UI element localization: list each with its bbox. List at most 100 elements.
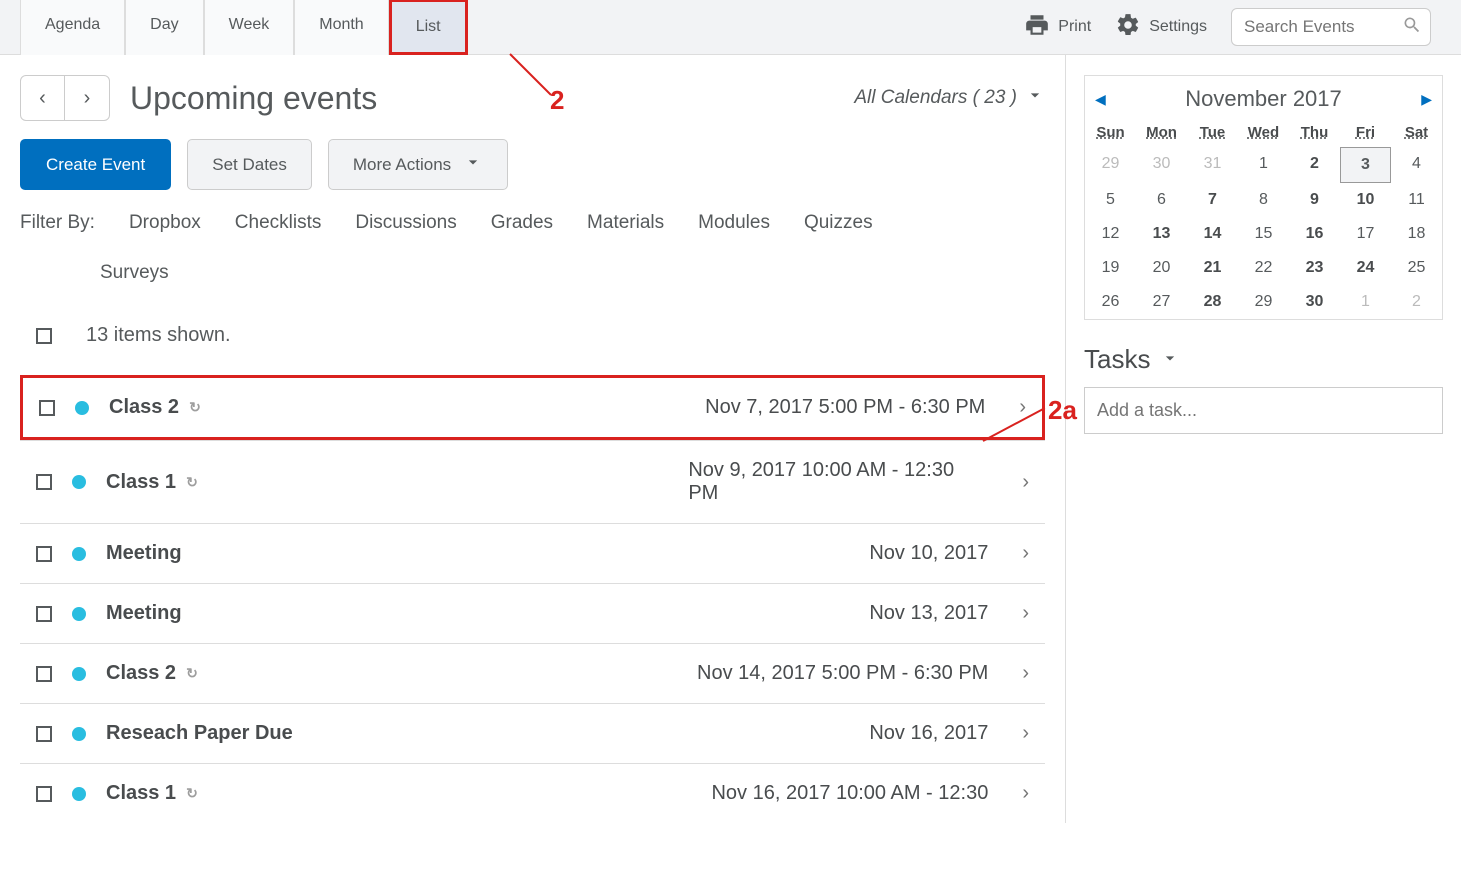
more-actions-button[interactable]: More Actions <box>328 139 508 190</box>
event-color-dot <box>75 401 89 415</box>
chevron-right-icon[interactable]: › <box>1022 542 1029 565</box>
prev-button[interactable]: ‹ <box>21 76 65 120</box>
tab-list[interactable]: List <box>389 0 468 55</box>
mini-cal-day[interactable]: 2 <box>1289 147 1340 183</box>
event-checkbox[interactable] <box>36 726 52 742</box>
event-title: Class 1 ↻ <box>106 471 198 494</box>
mini-cal-day[interactable]: 15 <box>1238 217 1289 251</box>
mini-cal-day[interactable]: 29 <box>1085 147 1136 183</box>
mini-cal-day[interactable]: 8 <box>1238 183 1289 217</box>
mini-cal-day[interactable]: 23 <box>1289 251 1340 285</box>
set-dates-button[interactable]: Set Dates <box>187 139 312 190</box>
filter-surveys[interactable]: Surveys <box>100 262 169 284</box>
tab-month[interactable]: Month <box>294 0 388 55</box>
tasks-heading[interactable]: Tasks <box>1084 344 1443 375</box>
mini-cal-day[interactable]: 18 <box>1391 217 1442 251</box>
filter-checklists[interactable]: Checklists <box>235 212 322 234</box>
event-date: Nov 14, 2017 5:00 PM - 6:30 PM <box>697 662 988 685</box>
search-icon <box>1402 15 1422 39</box>
repeat-icon: ↻ <box>186 474 198 491</box>
event-title: Class 2 ↻ <box>106 662 198 685</box>
filter-discussions[interactable]: Discussions <box>355 212 456 234</box>
event-date: Nov 9, 2017 10:00 AM - 12:30 PM <box>688 459 988 505</box>
mini-next-button[interactable]: ▶ <box>1421 91 1432 108</box>
mini-cal-day[interactable]: 17 <box>1340 217 1391 251</box>
event-row[interactable]: Reseach Paper Due Nov 16, 2017 › <box>20 703 1045 763</box>
search-input[interactable] <box>1244 17 1394 37</box>
mini-cal-day[interactable]: 25 <box>1391 251 1442 285</box>
chevron-right-icon[interactable]: › <box>1022 602 1029 625</box>
print-icon <box>1024 12 1050 43</box>
mini-cal-day[interactable]: 5 <box>1085 183 1136 217</box>
repeat-icon: ↻ <box>189 399 201 416</box>
next-button[interactable]: › <box>65 76 109 120</box>
tab-week[interactable]: Week <box>204 0 295 55</box>
chevron-right-icon[interactable]: › <box>1022 471 1029 494</box>
mini-cal-day[interactable]: 7 <box>1187 183 1238 217</box>
chevron-right-icon[interactable]: › <box>1022 722 1029 745</box>
chevron-right-icon[interactable]: › <box>1019 396 1026 419</box>
add-task-input[interactable] <box>1084 387 1443 434</box>
mini-cal-day[interactable]: 30 <box>1289 285 1340 319</box>
mini-cal-day[interactable]: 9 <box>1289 183 1340 217</box>
mini-cal-day[interactable]: 13 <box>1136 217 1187 251</box>
mini-cal-day[interactable]: 6 <box>1136 183 1187 217</box>
event-row[interactable]: Class 2 ↻ Nov 14, 2017 5:00 PM - 6:30 PM… <box>20 643 1045 703</box>
event-checkbox[interactable] <box>36 546 52 562</box>
chevron-right-icon[interactable]: › <box>1022 662 1029 685</box>
event-row[interactable]: Class 1 ↻ Nov 9, 2017 10:00 AM - 12:30 P… <box>20 440 1045 523</box>
print-button[interactable]: Print <box>1024 12 1091 43</box>
nav-arrows: ‹ › <box>20 75 110 121</box>
mini-cal-day[interactable]: 3 <box>1340 147 1391 183</box>
event-checkbox[interactable] <box>36 786 52 802</box>
mini-cal-header: Sun <box>1085 118 1136 147</box>
event-row[interactable]: Class 2 ↻ Nov 7, 2017 5:00 PM - 6:30 PM … <box>20 375 1045 440</box>
mini-cal-day[interactable]: 20 <box>1136 251 1187 285</box>
filter-materials[interactable]: Materials <box>587 212 664 234</box>
tab-day[interactable]: Day <box>125 0 203 55</box>
mini-cal-day[interactable]: 22 <box>1238 251 1289 285</box>
event-date: Nov 13, 2017 <box>869 602 988 625</box>
mini-cal-day[interactable]: 19 <box>1085 251 1136 285</box>
calendars-dropdown[interactable]: All Calendars ( 23 ) <box>854 85 1045 111</box>
mini-cal-day[interactable]: 10 <box>1340 183 1391 217</box>
repeat-icon: ↻ <box>186 665 198 682</box>
event-checkbox[interactable] <box>36 474 52 490</box>
mini-cal-day[interactable]: 1 <box>1238 147 1289 183</box>
mini-cal-day[interactable]: 31 <box>1187 147 1238 183</box>
event-row[interactable]: Meeting Nov 10, 2017 › <box>20 523 1045 583</box>
mini-cal-day[interactable]: 21 <box>1187 251 1238 285</box>
mini-cal-day[interactable]: 2 <box>1391 285 1442 319</box>
mini-cal-day[interactable]: 16 <box>1289 217 1340 251</box>
filter-quizzes[interactable]: Quizzes <box>804 212 873 234</box>
select-all-checkbox[interactable] <box>36 328 52 344</box>
annotation-2a: 2a <box>1048 395 1077 426</box>
filter-dropbox[interactable]: Dropbox <box>129 212 201 234</box>
filter-modules[interactable]: Modules <box>698 212 770 234</box>
mini-cal-day[interactable]: 11 <box>1391 183 1442 217</box>
event-checkbox[interactable] <box>36 606 52 622</box>
settings-button[interactable]: Settings <box>1115 12 1207 43</box>
mini-cal-day[interactable]: 29 <box>1238 285 1289 319</box>
mini-cal-day[interactable]: 26 <box>1085 285 1136 319</box>
search-box[interactable] <box>1231 8 1431 46</box>
mini-cal-day[interactable]: 12 <box>1085 217 1136 251</box>
event-row[interactable]: Meeting Nov 13, 2017 › <box>20 583 1045 643</box>
create-event-button[interactable]: Create Event <box>20 139 171 190</box>
mini-prev-button[interactable]: ◀ <box>1095 91 1106 108</box>
mini-cal-day[interactable]: 30 <box>1136 147 1187 183</box>
tab-agenda[interactable]: Agenda <box>20 0 125 55</box>
mini-cal-day[interactable]: 27 <box>1136 285 1187 319</box>
event-title: Meeting <box>106 602 182 625</box>
mini-cal-day[interactable]: 28 <box>1187 285 1238 319</box>
mini-cal-day[interactable]: 4 <box>1391 147 1442 183</box>
filter-grades[interactable]: Grades <box>491 212 553 234</box>
mini-cal-day[interactable]: 1 <box>1340 285 1391 319</box>
calendars-label: All Calendars ( 23 ) <box>854 87 1017 109</box>
event-row[interactable]: Class 1 ↻ Nov 16, 2017 10:00 AM - 12:30 … <box>20 763 1045 823</box>
event-checkbox[interactable] <box>36 666 52 682</box>
event-checkbox[interactable] <box>39 400 55 416</box>
mini-cal-day[interactable]: 14 <box>1187 217 1238 251</box>
chevron-right-icon[interactable]: › <box>1022 782 1029 805</box>
mini-cal-day[interactable]: 24 <box>1340 251 1391 285</box>
